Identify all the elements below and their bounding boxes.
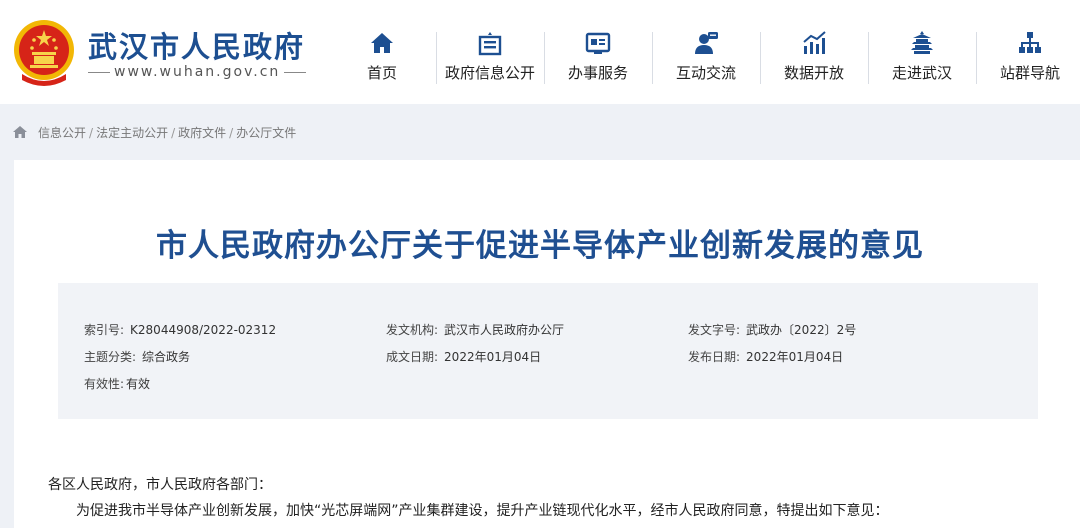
id-card-icon bbox=[585, 32, 611, 54]
meta-created-date: 成文日期: 2022年01月04日 bbox=[386, 348, 541, 365]
meta-published-date: 发布日期: 2022年01月04日 bbox=[688, 348, 843, 365]
meta-value: 2022年01月04日 bbox=[444, 350, 542, 364]
document-meta-panel: 索引号: K28044908/2022-02312 发文机构: 武汉市人民政府办公厅… bbox=[58, 283, 1038, 419]
meta-label: 发布日期: bbox=[688, 350, 741, 364]
site-name[interactable]: 武汉市人民政府 bbox=[88, 24, 305, 66]
document-body: 各区人民政府，市人民政府各部门： 为促进我市半导体产业创新发展，加快“光芯屏端网… bbox=[48, 472, 1058, 524]
meta-value: 武汉市人民政府办公厅 bbox=[444, 323, 565, 337]
breadcrumb-separator: / bbox=[171, 126, 176, 140]
meta-label: 有效性: bbox=[84, 377, 125, 391]
nav-item-label: 站群导航 bbox=[999, 64, 1060, 82]
meta-value: 2022年01月04日 bbox=[746, 350, 844, 364]
tower-icon bbox=[911, 31, 933, 54]
nav-item-label: 走进武汉 bbox=[891, 64, 952, 82]
meta-label: 索引号: bbox=[84, 323, 125, 337]
salutation: 各区人民政府，市人民政府各部门： bbox=[48, 477, 272, 493]
nav-item-site-nav[interactable]: 站群导航 bbox=[976, 30, 1080, 86]
body-paragraph: 为促进我市半导体产业创新发展，加快“光芯屏端网”产业集群建设，提升产业链现代化水… bbox=[76, 503, 889, 519]
meta-label: 发文机构: bbox=[386, 323, 439, 337]
nav-item-interaction[interactable]: 互动交流 bbox=[652, 30, 760, 86]
meta-issuer: 发文机构: 武汉市人民政府办公厅 bbox=[386, 321, 564, 338]
building-icon bbox=[478, 32, 502, 56]
nav-item-label: 数据开放 bbox=[783, 64, 844, 82]
meta-value: 武政办〔2022〕2号 bbox=[746, 323, 857, 337]
nav-item-home[interactable]: 首页 bbox=[328, 30, 436, 86]
breadcrumb: 信息公开 / 法定主动公开 / 政府文件 / 办公厅文件 bbox=[0, 118, 1080, 146]
meta-value: K28044908/2022-02312 bbox=[130, 323, 277, 337]
breadcrumb-separator: / bbox=[89, 126, 94, 140]
meta-label: 主题分类: bbox=[84, 350, 137, 364]
nav-item-gov-info[interactable]: 政府信息公开 bbox=[436, 30, 544, 86]
person-chat-icon bbox=[695, 32, 718, 54]
site-url[interactable]: www.wuhan.gov.cn bbox=[88, 64, 306, 80]
breadcrumb-trail: 信息公开 / 法定主动公开 / 政府文件 / 办公厅文件 bbox=[38, 124, 296, 141]
meta-label: 发文字号: bbox=[688, 323, 741, 337]
breadcrumb-item-office-documents[interactable]: 办公厅文件 bbox=[236, 126, 296, 140]
meta-doc-number: 发文字号: 武政办〔2022〕2号 bbox=[688, 321, 856, 338]
nav-item-label: 互动交流 bbox=[675, 64, 736, 82]
nav-item-open-data[interactable]: 数据开放 bbox=[760, 30, 868, 86]
meta-value: 有效 bbox=[126, 377, 151, 391]
home-icon[interactable] bbox=[12, 125, 28, 139]
breadcrumb-item-statutory[interactable]: 法定主动公开 bbox=[96, 126, 168, 140]
nav-item-about-wuhan[interactable]: 走进武汉 bbox=[868, 30, 976, 86]
meta-index: 索引号: K28044908/2022-02312 bbox=[84, 321, 276, 338]
nav-item-services[interactable]: 办事服务 bbox=[544, 30, 652, 86]
document-title: 市人民政府办公厅关于促进半导体产业创新发展的意见 bbox=[156, 228, 924, 264]
national-emblem-icon[interactable] bbox=[12, 18, 76, 86]
meta-topic: 主题分类: 综合政务 bbox=[84, 348, 190, 365]
site-header: 武汉市人民政府 www.wuhan.gov.cn 首页 政府信息公开 办事服务 … bbox=[0, 0, 1080, 104]
meta-validity: 有效性: 有效 bbox=[84, 375, 150, 392]
document-card: 市人民政府办公厅关于促进半导体产业创新发展的意见 索引号: K28044908/2… bbox=[14, 160, 1080, 528]
nav-item-label: 首页 bbox=[366, 64, 397, 82]
sitemap-icon bbox=[1019, 32, 1041, 53]
home-icon bbox=[371, 33, 393, 53]
breadcrumb-item-info-disclosure[interactable]: 信息公开 bbox=[38, 126, 86, 140]
breadcrumb-separator: / bbox=[229, 126, 234, 140]
meta-value: 综合政务 bbox=[142, 350, 191, 364]
bar-chart-icon bbox=[803, 31, 826, 54]
nav-item-label: 办事服务 bbox=[567, 64, 628, 82]
meta-label: 成文日期: bbox=[386, 350, 439, 364]
nav-item-label: 政府信息公开 bbox=[444, 64, 535, 82]
breadcrumb-item-gov-documents[interactable]: 政府文件 bbox=[178, 126, 226, 140]
